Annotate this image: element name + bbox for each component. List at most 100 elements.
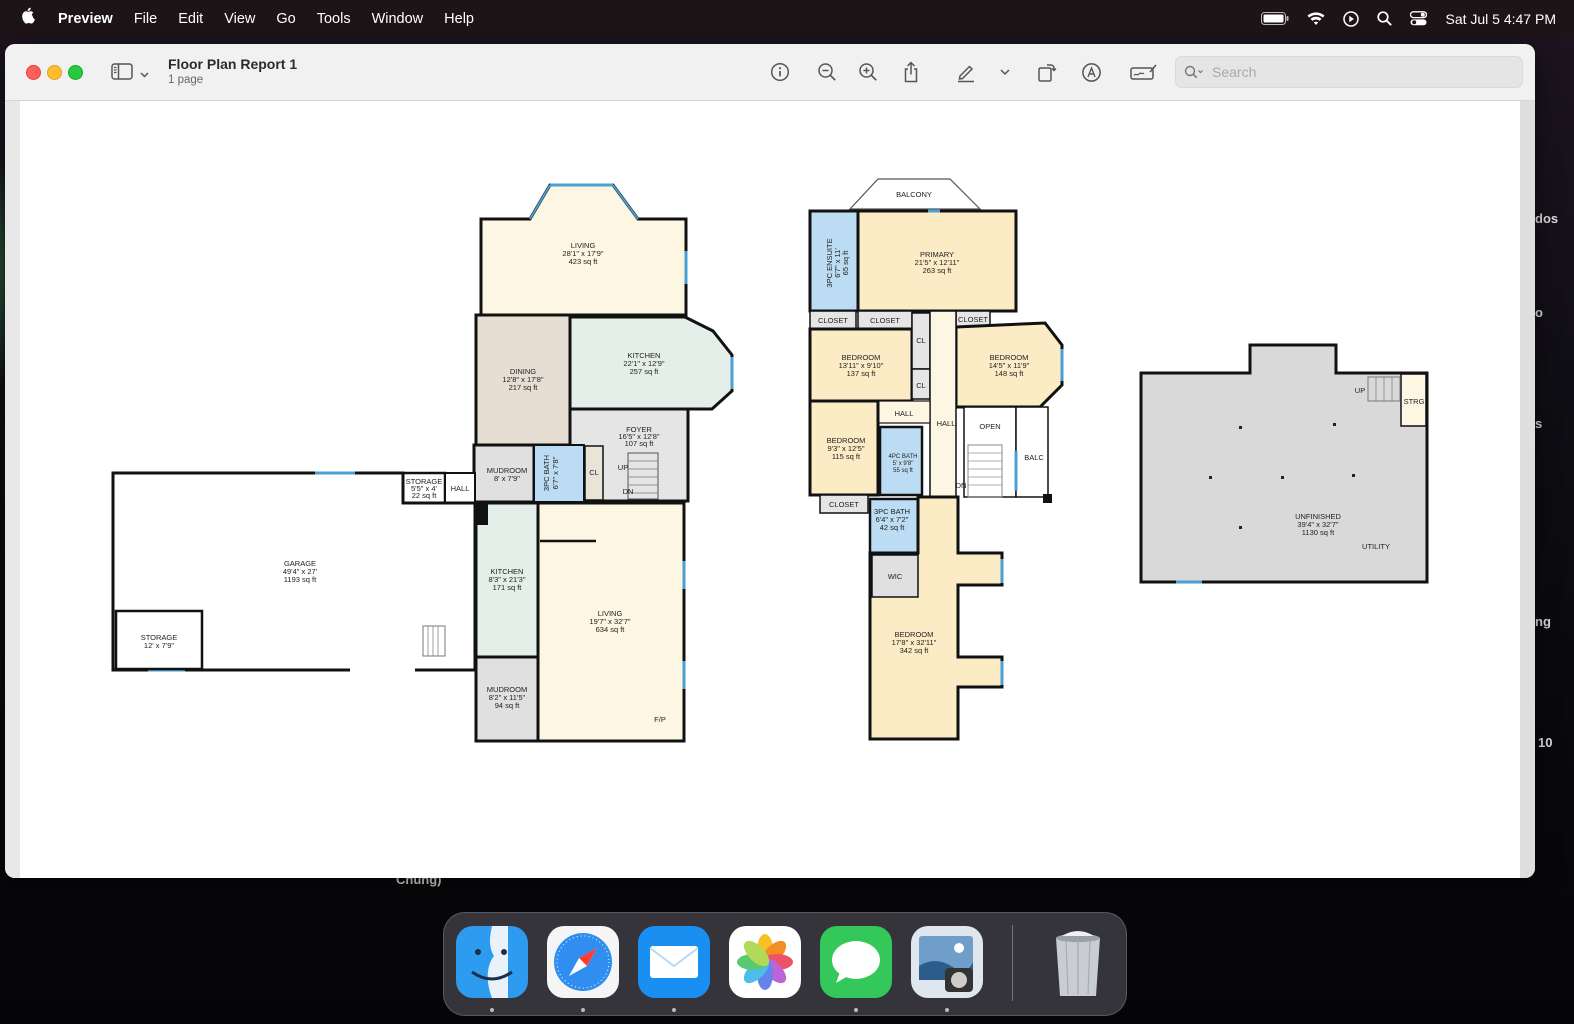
floor-plan-drawing: LIVING 28'1" x 17'9" 423 sq ft DINING 12… [111, 178, 1429, 743]
battery-icon[interactable] [1261, 12, 1289, 25]
room-area: 1130 sq ft [1302, 528, 1335, 537]
room-label: 4PC BATH [889, 454, 918, 460]
wifi-icon[interactable] [1307, 11, 1325, 26]
room-label: WIC [888, 572, 903, 581]
menu-view[interactable]: View [224, 11, 255, 27]
zoom-out-icon[interactable] [815, 60, 839, 84]
room-area: 342 sq ft [900, 646, 930, 655]
stair-label: DN [956, 481, 967, 490]
room-area: 1193 sq ft [284, 575, 317, 584]
room-label: CL [589, 468, 599, 477]
room-label: CLOSET [870, 316, 900, 325]
room-area: 148 sq ft [995, 369, 1025, 378]
menu-clock[interactable]: Sat Jul 5 4:47 PM [1445, 11, 1556, 27]
room-dims: 12' x 7'9" [144, 641, 174, 650]
room-area: 257 sq ft [630, 367, 660, 376]
room-area: 55 sq ft [893, 468, 913, 474]
desktop-label: dos [1535, 211, 1559, 226]
messages-icon[interactable] [820, 926, 892, 998]
preview-icon[interactable] [911, 926, 983, 998]
menu-edit[interactable]: Edit [178, 11, 203, 27]
room-area: 115 sq ft [832, 452, 861, 461]
stair-label: UP [618, 463, 628, 472]
trash-icon[interactable] [1042, 926, 1114, 998]
close-window-button[interactable] [26, 65, 41, 80]
room-area: 217 sq ft [509, 383, 539, 392]
room-label: F/P [654, 715, 666, 724]
dock-separator [1012, 925, 1013, 1001]
room-dims: 6'7" x 7'8" [551, 456, 560, 489]
running-indicator [672, 1008, 676, 1012]
desktop-label: s [1535, 416, 1543, 431]
room-area: 22 sq ft [412, 491, 438, 500]
room-area: 137 sq ft [847, 369, 877, 378]
room-label: BALC [1024, 453, 1044, 462]
highlight-pen-icon[interactable] [954, 60, 978, 84]
desktop-label: 10 [1538, 735, 1553, 750]
room-area: 171 sq ft [493, 583, 523, 592]
room-area: 634 sq ft [596, 625, 626, 634]
chevron-down-icon [140, 65, 149, 83]
document-page-count: 1 page [168, 74, 204, 86]
stair-label: DN [623, 487, 634, 496]
zoom-in-icon[interactable] [856, 60, 880, 84]
stair-label: UP [1355, 386, 1365, 395]
menu-go[interactable]: Go [276, 11, 295, 27]
document-area[interactable]: LIVING 28'1" x 17'9" 423 sq ft DINING 12… [5, 101, 1535, 878]
photos-icon[interactable] [729, 926, 801, 998]
window-toolbar: Floor Plan Report 1 1 page [5, 44, 1535, 101]
signature-icon[interactable] [1128, 60, 1160, 84]
search-field[interactable] [1175, 56, 1523, 88]
menu-tools[interactable]: Tools [317, 11, 351, 27]
running-indicator [854, 1008, 858, 1012]
finder-icon[interactable] [456, 926, 528, 998]
desktop-label: o [1535, 305, 1543, 320]
room-area: 42 sq ft [880, 523, 906, 532]
mail-icon[interactable] [638, 926, 710, 998]
room-label: STRG [1404, 397, 1425, 406]
rotate-icon[interactable] [1035, 60, 1059, 84]
control-center-icon[interactable] [1410, 11, 1428, 26]
search-icon [1184, 65, 1204, 79]
room-area: 65 sq ft [841, 250, 850, 276]
room-label: HALL [451, 484, 470, 493]
sidebar-icon [111, 63, 133, 85]
document-page[interactable]: LIVING 28'1" x 17'9" 423 sq ft DINING 12… [20, 101, 1520, 878]
sidebar-toggle-button[interactable] [111, 63, 149, 85]
room-label: CLOSET [818, 316, 848, 325]
room-area: 263 sq ft [923, 266, 953, 275]
spotlight-search-icon[interactable] [1377, 11, 1393, 26]
room-balc [1015, 406, 1049, 498]
desktop-label: ng [1535, 614, 1551, 629]
room-area: 94 sq ft [495, 701, 521, 710]
apple-menu-icon[interactable] [20, 7, 40, 30]
now-playing-icon[interactable] [1343, 10, 1360, 27]
room-hall-vertical [929, 310, 957, 500]
room-label: CLOSET [958, 315, 988, 324]
room-label: UTILITY [1362, 542, 1390, 551]
menu-app-name[interactable]: Preview [58, 11, 113, 27]
room-label: 3PC BATH [542, 455, 551, 491]
running-indicator [945, 1008, 949, 1012]
menu-file[interactable]: File [134, 11, 157, 27]
dock [443, 912, 1127, 1016]
room-label: CL [916, 381, 926, 390]
info-icon[interactable] [768, 60, 792, 84]
markup-icon[interactable] [1079, 60, 1103, 84]
search-input[interactable] [1210, 63, 1514, 81]
minimize-window-button[interactable] [47, 65, 62, 80]
menu-bar: Preview File Edit View Go Tools Window H… [0, 0, 1574, 37]
room-label: CL [916, 336, 926, 345]
menu-window[interactable]: Window [372, 11, 424, 27]
room-dims: 5' x 9'8" [893, 461, 914, 467]
share-icon[interactable] [899, 60, 923, 84]
running-indicator [581, 1008, 585, 1012]
highlight-options-chevron-icon[interactable] [993, 60, 1017, 84]
menu-help[interactable]: Help [444, 11, 474, 27]
preview-window: Floor Plan Report 1 1 page Search LIVING… [5, 44, 1535, 878]
vertical-scrollbar[interactable] [1520, 101, 1535, 878]
zoom-window-button[interactable] [68, 65, 83, 80]
safari-icon[interactable] [547, 926, 619, 998]
room-dims: 8' x 7'9" [494, 474, 520, 483]
room-label: HALL [895, 409, 914, 418]
